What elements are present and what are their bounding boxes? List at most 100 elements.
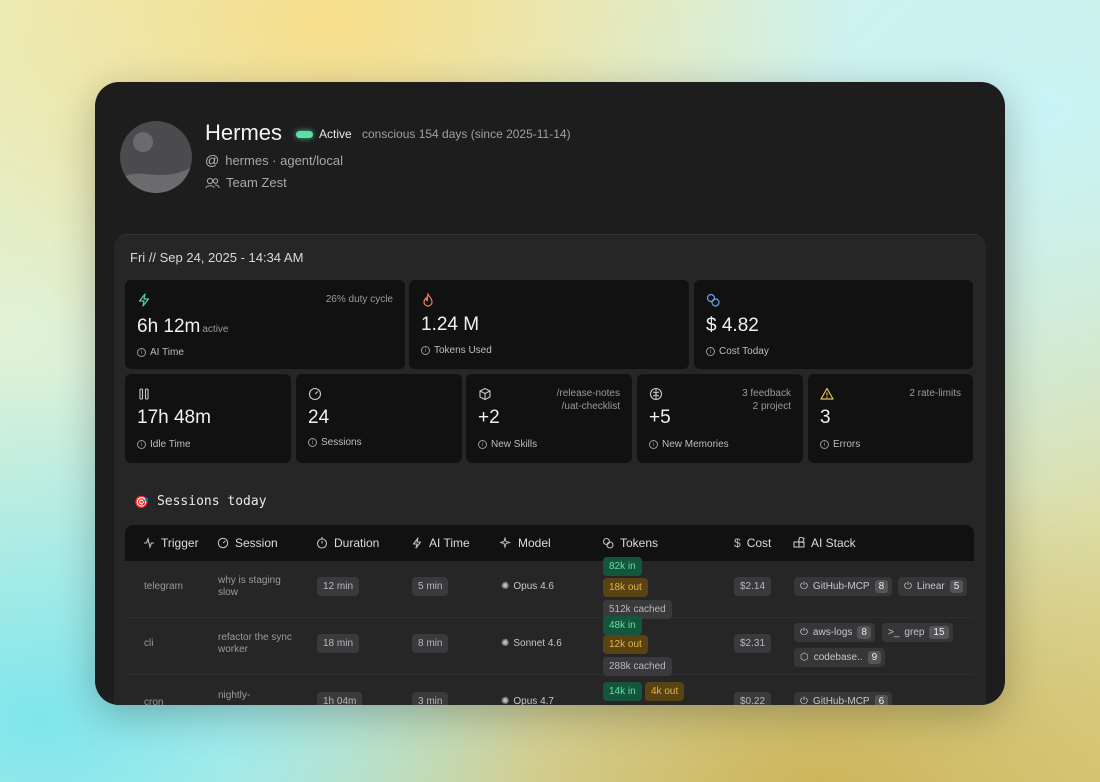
- plug-icon: ⏻: [800, 627, 808, 638]
- stack-chip[interactable]: ⏻ GitHub-MCP 6: [794, 692, 893, 705]
- dashboard-panel: Fri // Sep 24, 2025 - 14:34 AM 26% duty …: [114, 234, 986, 705]
- cube-icon: [479, 387, 491, 401]
- tokens-cached-chip: 288k cached: [603, 657, 672, 676]
- memories-breakdown: 3 feedback 2 project: [742, 388, 791, 412]
- sparkle-icon: ✺: [501, 581, 510, 592]
- cost-chip: $2.31: [734, 634, 772, 653]
- duration-chip: 18 min: [317, 634, 360, 653]
- tokens-in-chip: 82k in: [603, 557, 642, 576]
- plug-icon: ⏻: [800, 581, 808, 592]
- stack-chip[interactable]: ⏻ aws-logs 8: [794, 623, 875, 642]
- brain-icon: [649, 387, 663, 401]
- users-icon: [205, 177, 220, 188]
- info-icon: i: [820, 440, 829, 449]
- stat-value: $ 4.82: [706, 315, 759, 336]
- ai-time-chip: 8 min: [412, 634, 449, 653]
- gauge-icon: [217, 537, 229, 549]
- stat-sessions[interactable]: 24 i Sessions: [296, 374, 462, 463]
- stat-value: +5: [649, 407, 671, 428]
- timer-icon: [316, 537, 328, 549]
- col-duration[interactable]: Duration: [316, 536, 379, 550]
- col-ai-time[interactable]: AI Time: [411, 536, 470, 550]
- stat-ai-time[interactable]: 26% duty cycle 6h 12m active i AI Time: [125, 280, 405, 369]
- cost-chip: $2.14: [734, 577, 772, 596]
- dollar-icon: $: [734, 536, 741, 550]
- ai-time-chip: 5 min: [412, 577, 449, 596]
- col-trigger[interactable]: Trigger: [143, 536, 199, 550]
- model-cell: ✺ Opus 4.6: [501, 581, 554, 592]
- info-icon: i: [478, 440, 487, 449]
- date-header: Fri // Sep 24, 2025 - 14:34 AM: [130, 250, 304, 265]
- sparkles-icon: [500, 537, 512, 549]
- table-row[interactable]: cli refactor the sync worker 18 min 8 mi…: [125, 616, 974, 676]
- sessions-heading: 🎯 Sessions today: [134, 494, 267, 509]
- stat-errors[interactable]: 2 rate-limits 3 i Errors: [808, 374, 973, 463]
- stat-skills[interactable]: /release-notes/uat-checklist +2 i New Ski…: [466, 374, 632, 463]
- stat-value: 24: [308, 407, 330, 428]
- stat-label: i New Memories: [649, 439, 729, 450]
- stack-chip[interactable]: >_ grep 15: [882, 623, 953, 642]
- trigger-cell: telegram: [144, 581, 183, 592]
- sparkle-icon: ✺: [501, 696, 510, 705]
- session-cell[interactable]: why is staging slow: [218, 575, 298, 599]
- tokens-in-chip: 48k in: [603, 616, 642, 635]
- stat-memories[interactable]: 3 feedback 2 project +5 i New Memories: [637, 374, 803, 463]
- table-row[interactable]: cron nightly- 1h 04m 3 min ✺ Opus 4.7 14k…: [125, 675, 974, 705]
- team-name: Team Zest: [226, 175, 287, 190]
- stat-label: i Errors: [820, 439, 860, 450]
- handle-row: @ hermes · agent/local: [205, 152, 343, 168]
- stat-idle[interactable]: 17h 48m i Idle Time: [125, 374, 291, 463]
- col-tokens[interactable]: Tokens: [602, 536, 658, 550]
- model-cell: ✺ Sonnet 4.6: [501, 638, 562, 649]
- tokens-out-chip: 12k out: [603, 635, 648, 654]
- sparkle-icon: ✺: [501, 638, 510, 649]
- duration-chip: 1h 04m: [317, 692, 363, 705]
- stat-tokens[interactable]: 1.24 M i Tokens Used: [409, 280, 689, 369]
- info-icon: i: [649, 440, 658, 449]
- col-ai-stack[interactable]: AI Stack: [793, 536, 856, 550]
- model-cell: ✺ Opus 4.7: [501, 696, 554, 705]
- stat-value: 1.24 M: [421, 314, 480, 335]
- table-header: Trigger Session Duration AI Time Model T…: [125, 525, 974, 561]
- info-icon: i: [421, 346, 430, 355]
- status-badge: Active: [319, 127, 352, 141]
- blocks-icon: [793, 537, 805, 548]
- info-icon: i: [137, 348, 146, 357]
- duration-chip: 12 min: [317, 577, 360, 596]
- team-row[interactable]: Team Zest: [205, 175, 287, 190]
- stack-chip[interactable]: ⬡ codebase.. 9: [794, 648, 886, 667]
- plug-icon: ⏻: [800, 696, 808, 705]
- session-cell[interactable]: nightly-: [218, 690, 298, 702]
- target-icon: 🎯: [134, 494, 149, 509]
- table-row[interactable]: telegram why is staging slow 12 min 5 mi…: [125, 557, 974, 619]
- tokens-out-chip: 4k out: [645, 682, 685, 701]
- agent-handle: hermes · agent/local: [225, 152, 343, 168]
- lightning-icon: [412, 537, 422, 549]
- stat-label: i Cost Today: [706, 346, 769, 357]
- errors-breakdown: 2 rate-limits: [909, 388, 961, 399]
- coins-icon: [602, 537, 614, 549]
- at-icon: @: [205, 152, 220, 168]
- agent-name: Hermes: [205, 120, 283, 145]
- col-session[interactable]: Session: [217, 536, 278, 550]
- col-model[interactable]: Model: [500, 536, 551, 550]
- stat-label: i Tokens Used: [421, 345, 492, 356]
- tokens-out-chip: 18k out: [603, 578, 648, 597]
- gauge-icon: [308, 387, 322, 401]
- col-cost[interactable]: $ Cost: [734, 536, 771, 550]
- pause-icon: [139, 388, 149, 400]
- stat-cost[interactable]: $ 4.82 i Cost Today: [694, 280, 973, 369]
- stat-value: 17h 48m: [137, 407, 211, 428]
- stat-label: i Idle Time: [137, 439, 191, 450]
- stack-chip[interactable]: ⏻ Linear 5: [898, 577, 968, 596]
- terminal-icon: >_: [888, 627, 900, 638]
- stack-chip[interactable]: ⏻ GitHub-MCP 8: [794, 577, 893, 596]
- session-cell[interactable]: refactor the sync worker: [218, 632, 298, 656]
- plug-icon: ⏻: [904, 581, 912, 592]
- info-icon: i: [308, 438, 317, 447]
- trigger-cell: cron: [144, 697, 164, 705]
- trigger-cell: cli: [144, 638, 154, 649]
- info-icon: i: [706, 347, 715, 356]
- sessions-table: Trigger Session Duration AI Time Model T…: [125, 525, 974, 705]
- stat-label: i New Skills: [478, 439, 537, 450]
